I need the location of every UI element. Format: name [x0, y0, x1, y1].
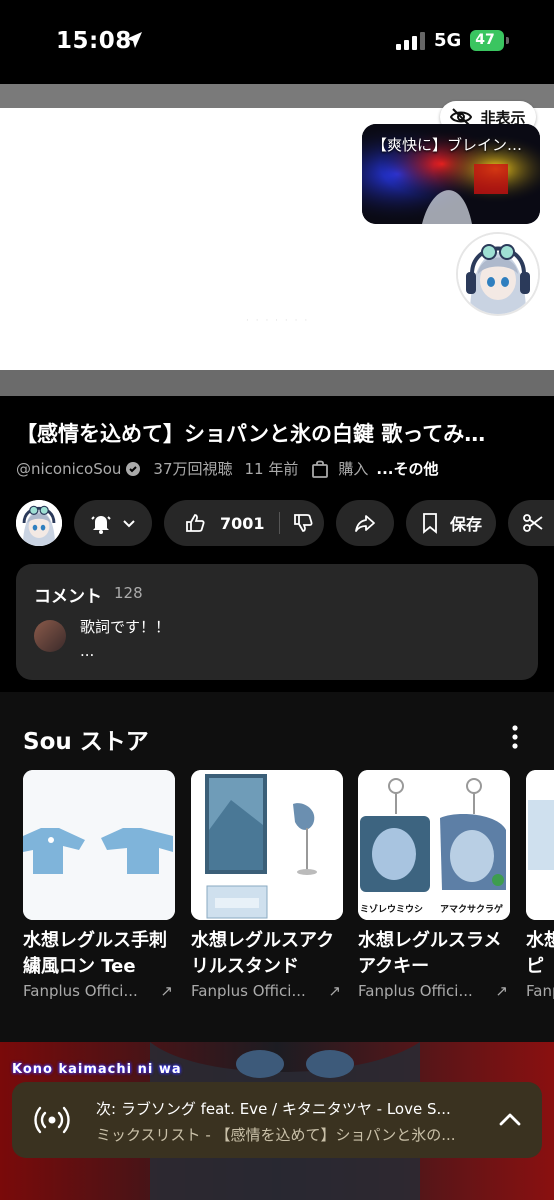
product-seller: Fanplus Offici... ↗: [23, 982, 173, 1000]
long-tee-image: [23, 770, 175, 920]
commenter-avatar: [34, 620, 66, 652]
upload-age: 11 年前: [244, 460, 299, 478]
anime-avatar-image: [458, 234, 538, 314]
anime-avatar-image: [16, 500, 62, 546]
channel-avatar-overlay[interactable]: [456, 232, 540, 316]
action-row: 7001 保存: [0, 500, 554, 546]
clip-button[interactable]: [508, 500, 554, 546]
location-arrow-icon: [126, 32, 142, 48]
thumbs-down-icon[interactable]: [292, 512, 314, 534]
player-bottom-strip: [0, 370, 554, 396]
comments-count: 128: [114, 584, 143, 602]
like-count: 7001: [220, 513, 265, 533]
seller-name: Fanplus Offici...: [191, 982, 306, 1000]
comments-header: コメント: [34, 587, 102, 607]
share-icon: [355, 515, 375, 532]
save-label: 保存: [449, 515, 482, 534]
clock: 15:08: [56, 28, 132, 54]
chevron-down-icon: [123, 520, 135, 528]
scissors-icon: [523, 514, 543, 532]
video-title[interactable]: 【感情を込めて】ショパンと氷の白鍵 歌ってみ…: [16, 418, 546, 448]
suggested-video-title: 【爽快に】ブレイン…: [372, 136, 523, 154]
channel-handle[interactable]: @niconicoSou: [16, 460, 121, 478]
external-link-icon: ↗: [328, 982, 341, 1000]
thumbs-up-icon[interactable]: [184, 512, 206, 534]
product-image: ミゾレウミウシ アマクサクラゲ: [358, 770, 510, 920]
network-type: 5G: [434, 30, 462, 51]
share-button[interactable]: [336, 500, 394, 546]
battery-level: 47: [475, 32, 495, 48]
suggested-video-thumbnail[interactable]: 【爽快に】ブレイン…: [362, 124, 540, 224]
product-seller: Fanplu: [526, 982, 554, 1000]
product-image: [526, 770, 554, 920]
video-meta: @niconicoSou 37万回視聴 11 年前 購入 ...その他: [16, 458, 438, 479]
purchase-link[interactable]: 購入: [338, 458, 368, 479]
seller-name: Fanplus Offici...: [358, 982, 473, 1000]
store-item-card[interactable]: 水想レグルス手刺繍風ロン Tee Fanplus Offici... ↗: [23, 770, 175, 1000]
chevron-up-icon[interactable]: [496, 1106, 524, 1134]
bell-icon: [91, 516, 111, 534]
shopping-bag-icon[interactable]: [310, 459, 330, 479]
like-dislike-button[interactable]: 7001: [164, 500, 324, 546]
cellular-signal-icon: [396, 32, 425, 50]
keychain-image: [358, 770, 510, 920]
product-seller: Fanplus Offici... ↗: [358, 982, 508, 1000]
product-seller: Fanplus Offici... ↗: [191, 982, 341, 1000]
top-comment-more: ...: [80, 642, 95, 660]
store-shelf: Sou ストア 水想レグルス手刺繍風ロン Tee Fanplus Offici.…: [0, 692, 554, 1042]
next-up-playlist: ミックスリスト - 【感情を込めて】ショパンと氷の...: [96, 1126, 456, 1144]
product-image: [191, 770, 343, 920]
external-link-icon: ↗: [160, 982, 173, 1000]
keychain-label-left: ミゾレウミウシ: [360, 905, 424, 915]
top-comment-text: 歌詞です！！: [80, 618, 171, 636]
bookmark-icon: [423, 513, 437, 534]
acrylic-stand-image: [191, 770, 343, 920]
external-link-icon: ↗: [495, 982, 508, 1000]
store-title: Sou ストア: [23, 729, 149, 755]
product-name: 水想レグルスラメアクキー: [358, 930, 502, 977]
seller-name: Fanplu: [526, 982, 554, 1000]
like-divider: [278, 512, 280, 534]
verified-icon: [126, 461, 141, 476]
product-name: 水想レグルス手刺繍風ロン Tee: [23, 930, 167, 977]
battery-tip: [506, 37, 509, 44]
channel-avatar[interactable]: [16, 500, 62, 546]
product-name: 水想レグルスス ッピ: [526, 930, 554, 977]
video-faint-text: · · · · · · ·: [246, 316, 310, 326]
product-name: 水想レグルスアクリルスタンド: [191, 930, 335, 977]
seller-name: Fanplus Offici...: [23, 982, 138, 1000]
store-item-card[interactable]: ミゾレウミウシ アマクサクラゲ 水想レグルスラメアクキー Fanplus Off…: [358, 770, 510, 1000]
subscribe-bell-button[interactable]: [74, 500, 152, 546]
keychain-label-right: アマクサクラゲ: [440, 905, 504, 915]
store-item-card[interactable]: 水想レグルスス ッピ Fanplu: [526, 770, 554, 1000]
next-up-bar[interactable]: 次: ラブソング feat. Eve / キタニタツヤ - Love S... …: [12, 1082, 542, 1158]
battery-icon: 47: [470, 30, 504, 51]
comments-panel[interactable]: コメント 128 歌詞です！！ ...: [16, 564, 538, 680]
more-vert-icon[interactable]: [510, 724, 520, 750]
lyrics-overlay: Kono kaimachi ni wa: [12, 1062, 182, 1077]
next-up-title: 次: ラブソング feat. Eve / キタニタツヤ - Love S...: [96, 1100, 451, 1118]
view-count: 37万回視聴: [153, 460, 233, 478]
store-item-card[interactable]: 水想レグルスアクリルスタンド Fanplus Offici... ↗: [191, 770, 343, 1000]
more-link[interactable]: ...その他: [376, 458, 438, 479]
status-bar: 15:08 5G 47: [0, 0, 554, 84]
save-button[interactable]: 保存: [406, 500, 496, 546]
product-art: [526, 770, 554, 920]
radio-broadcast-icon: [34, 1106, 70, 1134]
product-image: [23, 770, 175, 920]
